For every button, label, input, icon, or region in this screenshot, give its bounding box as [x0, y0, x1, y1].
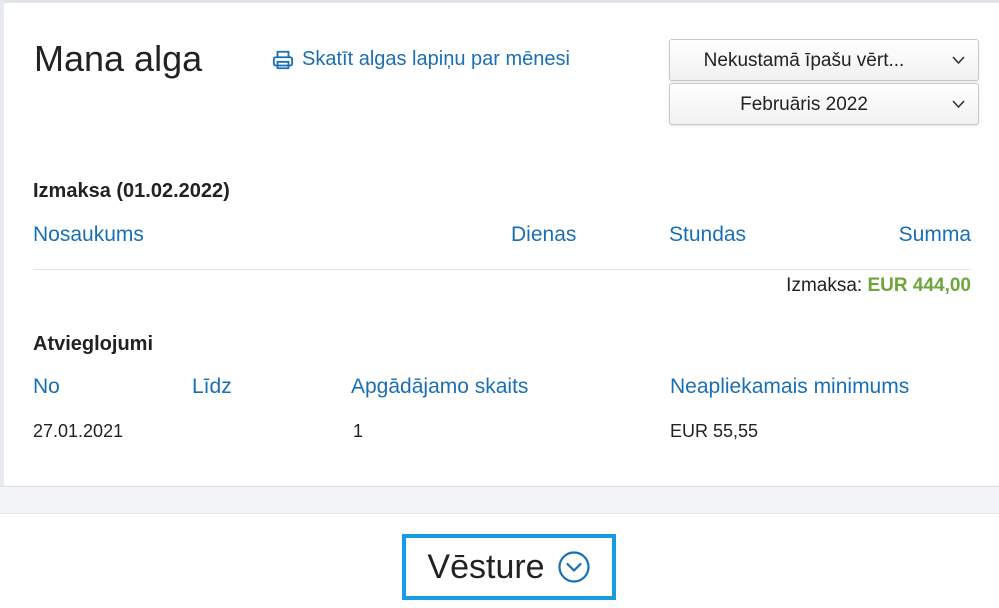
column-header-from[interactable]: No [33, 375, 60, 399]
table-divider [33, 269, 971, 270]
chevron-down-icon [952, 100, 965, 109]
payout-section-title: Izmaksa (01.02.2022) [33, 180, 230, 202]
column-header-dependents[interactable]: Apgādājamo skaits [351, 375, 528, 399]
history-label: Vēsture [427, 547, 545, 586]
relief-cell-from: 27.01.2021 [33, 421, 124, 441]
column-header-name[interactable]: Nosaukums [33, 223, 144, 247]
period-select-value: Februāris 2022 [740, 94, 868, 115]
period-select[interactable]: Februāris 2022 [669, 83, 979, 125]
page-title: Mana alga [34, 38, 203, 79]
section-separator [0, 486, 999, 514]
view-payslip-label: Skatīt algas lapiņu par mēnesi [302, 48, 570, 70]
column-header-tax-free-minimum[interactable]: Neapliekamais minimums [670, 375, 909, 399]
column-header-amount[interactable]: Summa [899, 223, 971, 247]
relief-cell-tax-free-minimum: EUR 55,55 [670, 421, 759, 441]
view-payslip-link[interactable]: Skatīt algas lapiņu par mēnesi [272, 48, 570, 71]
relief-cell-dependents: 1 [353, 421, 364, 441]
payout-total-label: Izmaksa: [786, 275, 863, 296]
column-header-days[interactable]: Dienas [511, 223, 576, 247]
column-header-to[interactable]: Līdz [192, 375, 232, 399]
payout-total-amount: EUR 444,00 [867, 275, 971, 296]
category-select[interactable]: Nekustamā īpašu vērt... [669, 39, 979, 81]
circle-chevron-down-icon [557, 551, 590, 583]
payout-total: Izmaksa: EUR 444,00 [786, 275, 971, 297]
printer-icon [272, 50, 294, 69]
chevron-down-icon [952, 56, 965, 65]
salary-card: Mana alga Skatīt algas lapiņu par mēnesi… [4, 3, 999, 486]
category-select-value: Nekustamā īpašu vērt... [703, 50, 905, 71]
column-header-hours[interactable]: Stundas [669, 223, 746, 247]
relief-section-title: Atvieglojumi [33, 333, 154, 355]
history-toggle-button[interactable]: Vēsture [402, 534, 616, 600]
